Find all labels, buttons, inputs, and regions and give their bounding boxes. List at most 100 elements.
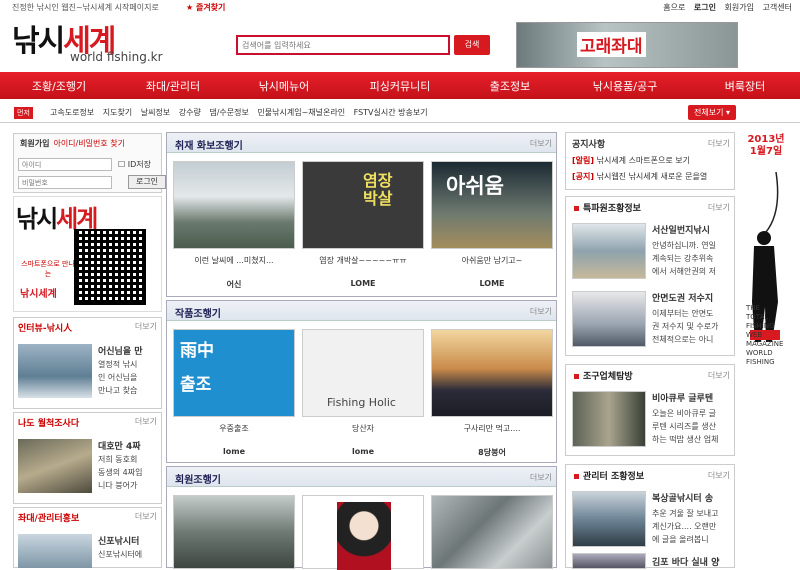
qr-name: 낚시세계 (20, 289, 57, 300)
subnav-link[interactable]: FSTV실시간 방송보기 (354, 108, 428, 117)
password-input[interactable] (18, 176, 112, 189)
thumb-2[interactable]: 염장 박살 (302, 161, 424, 249)
item-photo[interactable] (572, 553, 646, 569)
nav-item-flea-market[interactable]: 벼룩장터 (690, 78, 800, 94)
thumb-author: lome (352, 447, 374, 456)
panel-title[interactable]: 취재 화보조행기 (175, 137, 243, 152)
panel-title[interactable]: 회원조행기 (175, 471, 221, 486)
more-link[interactable]: 더보기 (135, 511, 157, 522)
more-link[interactable]: 더보기 (530, 306, 552, 317)
thumb-caption[interactable]: 우중출조 (173, 423, 295, 434)
nav-item-community[interactable]: 피싱커뮤니티 (340, 78, 460, 94)
thumb-3[interactable]: 아쉬움 (431, 161, 553, 249)
nav-item-trip-info[interactable]: 출조정보 (460, 78, 560, 94)
thumb-caption[interactable]: 아쉬움만 남기고~ (431, 255, 553, 266)
item-title[interactable]: 김포 바다 실내 양 (652, 555, 732, 568)
more-link[interactable]: 더보기 (530, 138, 552, 149)
item-title[interactable]: 비아큐루 글루텐 (652, 391, 732, 404)
subnav-link[interactable]: 고속도로정보 (50, 108, 94, 117)
remember-id[interactable]: ☐ ID저장 (118, 159, 151, 170)
item-desc: 신포낚시터에 (98, 550, 143, 559)
item-title[interactable]: 어신님을 만 (98, 344, 143, 357)
login-tabs: 회원가입 아이디/비밀번호 찾기 (20, 138, 125, 149)
subnav-link[interactable]: 민물낚시계임~채널온라인 (257, 108, 345, 117)
search-input[interactable] (238, 37, 448, 53)
notice-box: 공지사항 더보기 [알림] 낚시세계 스마트폰으로 보기 [공지] 낚시웹진 낚… (565, 132, 735, 190)
nav-item-gear[interactable]: 낚시용품/공구 (560, 78, 690, 94)
item-title[interactable]: 안면도권 저수지 (652, 291, 732, 304)
item-title[interactable]: 복상골낚시터 송 (652, 491, 732, 504)
subnav-link[interactable]: 강수량 (179, 108, 201, 117)
thumb-caption[interactable]: 이런 날씨에 ...미쳤지... (173, 255, 295, 266)
item-photo[interactable] (572, 491, 646, 547)
thumb-1[interactable] (173, 495, 295, 569)
favorite-link[interactable]: ★ 즐겨찾기 (186, 2, 225, 13)
thumb-1[interactable]: 雨中 출조 (173, 329, 295, 417)
left-box-platform-promo: 좌대/관리터홍보 더보기 신포낚시터 신포낚시터에 (13, 507, 162, 568)
more-link[interactable]: 더보기 (135, 416, 157, 427)
id-input[interactable] (18, 158, 112, 171)
item-photo[interactable] (572, 391, 646, 447)
more-link[interactable]: 더보기 (708, 470, 730, 481)
panel-header (167, 301, 556, 321)
top-links: 홈으로 로그인 회원가입 고객센터 (657, 2, 792, 13)
right-box-managed-pond: 관리터 조황정보 더보기 복상골낚시터 송 추운 겨울 잘 보내고 계신가요...… (565, 464, 735, 569)
tab-join[interactable]: 회원가입 (20, 139, 49, 148)
nav-item-fishing-report[interactable]: 조황/조행기 (0, 78, 118, 94)
item-photo[interactable] (572, 223, 646, 279)
thumb-caption[interactable]: 염장 개박살~~~~~ㅠㅠ (302, 255, 424, 266)
home-link[interactable]: 홈으로 (663, 3, 685, 12)
search-box (236, 35, 450, 55)
box-title: 조구업체탐방 (574, 369, 633, 382)
panel-artwork-report: 작품조행기 더보기 雨中 출조 Fishing Holic 우중출조 당산자 구… (166, 300, 557, 463)
more-link[interactable]: 더보기 (708, 138, 730, 149)
platform-photo[interactable] (18, 534, 92, 568)
nav-item-fishing-menu[interactable]: 낚시메뉴어 (228, 78, 340, 94)
thumb-1[interactable] (173, 161, 295, 249)
thumb-2[interactable]: Fishing Holic (302, 329, 424, 417)
right-box-correspondent: 특파원조황정보 더보기 서산일번지낚시 안녕하십니까. 연일 계속되는 강추위속 에… (565, 196, 735, 356)
thumb-2[interactable] (302, 495, 424, 570)
thumb-author: LOME (479, 279, 505, 288)
view-all-button[interactable]: 전체보기 ▾ (688, 105, 736, 120)
top-banner-ad[interactable]: 고래좌대 (516, 22, 738, 68)
login-box: 회원가입 아이디/비밀번호 찾기 ☐ ID저장 로그인 (13, 133, 166, 193)
banner-text: 고래좌대 (577, 32, 646, 57)
thumb-caption[interactable]: 당산자 (302, 423, 424, 434)
thumb-3[interactable] (431, 329, 553, 417)
login-button[interactable]: 로그인 (128, 175, 166, 189)
nav-item-platform[interactable]: 좌대/관리터 (118, 78, 228, 94)
join-link[interactable]: 회원가입 (725, 3, 754, 12)
item-title[interactable]: 서산일번지낚시 (652, 223, 732, 236)
right-box-maker-visit: 조구업체탐방 더보기 비아큐루 글루텐 오늘은 비아큐루 글 루텐 시리즈를 생산… (565, 364, 735, 456)
more-link[interactable]: 더보기 (708, 370, 730, 381)
box-title: 관리터 조황정보 (574, 469, 644, 482)
panel-title[interactable]: 작품조행기 (175, 305, 221, 320)
checkbox-icon[interactable]: ☐ (118, 160, 125, 169)
notice-item[interactable]: [공지] 낚시웹진 낚시세계 새로운 문을열 (572, 171, 707, 182)
qr-promo[interactable]: 낚시세계 스마트폰으로 만나는 낚시세계 (13, 196, 162, 312)
tab-find-account[interactable]: 아이디/비밀번호 찾기 (53, 139, 124, 148)
more-link[interactable]: 더보기 (135, 321, 157, 332)
login-link[interactable]: 로그인 (694, 3, 716, 12)
more-link[interactable]: 더보기 (708, 202, 730, 213)
thumb-3[interactable] (431, 495, 553, 569)
interview-photo[interactable] (18, 344, 92, 398)
notice-item[interactable]: [알림] 낚시세계 스마트폰으로 보기 (572, 155, 690, 166)
trophy-photo[interactable] (18, 439, 92, 493)
left-box-trophy: 나도 월척조사다 더보기 대호만 4짜 저희 동호회 동생의 4짜입 니다 붕어가 (13, 412, 162, 504)
item-title[interactable]: 대호만 4짜 (98, 439, 141, 452)
thumb-caption[interactable]: 구사리만 먹고.... (431, 423, 553, 434)
subnav-link[interactable]: 날씨정보 (141, 108, 170, 117)
more-link[interactable]: 더보기 (530, 472, 552, 483)
item-photo[interactable] (572, 291, 646, 347)
side-vertical-ad[interactable]: 2013년 1월7일 THE TOTAL FISHING WEB MAGAZIN… (742, 132, 788, 377)
left-box-interview: 인터뷰-낚시人 더보기 어신님을 만 열정적 낚시 인 어신님을 만나고 찾습 (13, 317, 162, 409)
slogan-link[interactable]: 진정한 낚시인 웹진~낚시세계 시작페이지로 (12, 2, 159, 13)
subnav-link[interactable]: 댐/수문정보 (209, 108, 249, 117)
qr-subtitle: 스마트폰으로 만나는 (21, 260, 75, 278)
item-title[interactable]: 신포낚시터 (98, 534, 139, 547)
search-button[interactable]: 검색 (454, 35, 490, 55)
subnav-link[interactable]: 지도찾기 (103, 108, 132, 117)
support-link[interactable]: 고객센터 (763, 3, 792, 12)
